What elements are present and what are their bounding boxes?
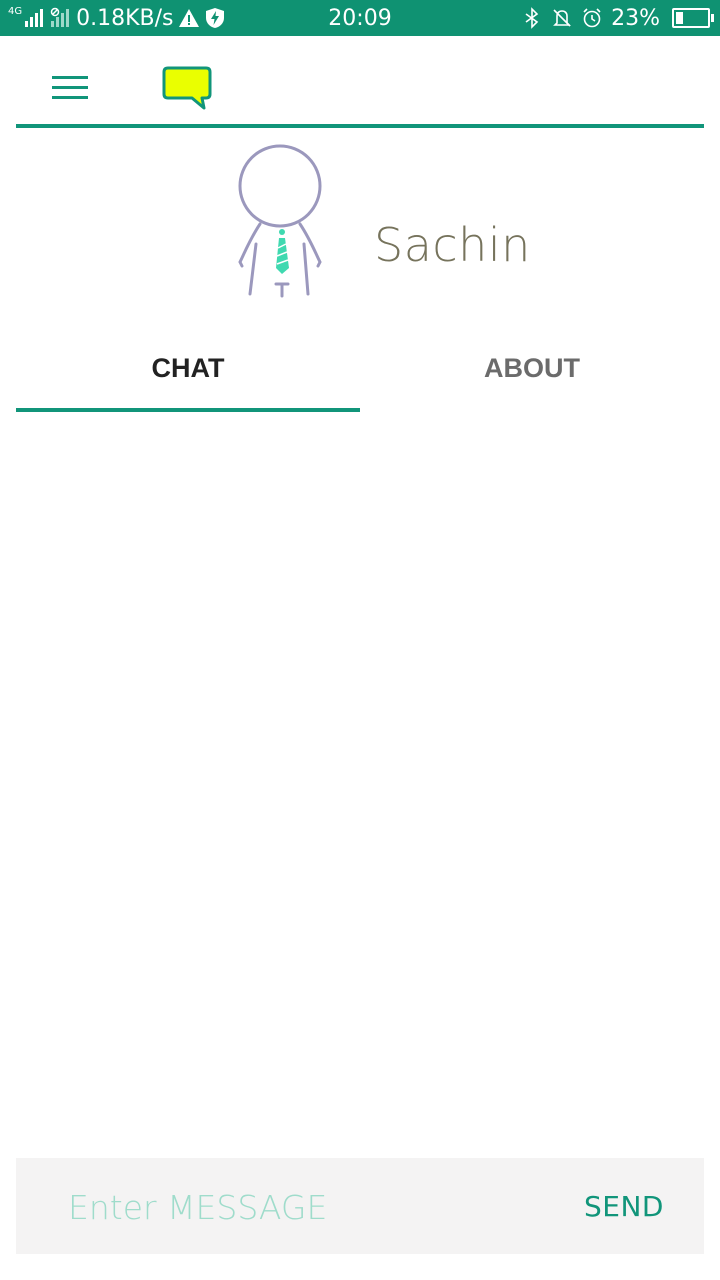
tab-chat[interactable]: CHAT — [16, 336, 360, 400]
signal-icon — [25, 9, 44, 27]
tab-bar: CHAT ABOUT — [16, 336, 704, 414]
chat-bubble-logo-icon — [162, 66, 212, 110]
menu-icon-bar-bottom — [52, 96, 88, 99]
shield-bolt-icon — [205, 8, 224, 28]
status-bar-left: 4G 0.18KB/s — [8, 0, 226, 36]
network-speed-label: 0.18KB/s — [76, 5, 174, 31]
menu-icon-bar-middle — [52, 86, 88, 89]
battery-level-fill — [676, 12, 683, 24]
tab-about[interactable]: ABOUT — [360, 336, 704, 400]
network-type-label: 4G — [8, 5, 23, 17]
menu-button[interactable] — [44, 70, 88, 106]
send-button[interactable]: SEND — [584, 1186, 664, 1226]
active-tab-indicator — [16, 408, 360, 412]
battery-icon — [672, 8, 714, 28]
alarm-icon — [583, 8, 601, 28]
profile-name: Sachin — [374, 218, 531, 272]
no-sim-signal-icon — [50, 7, 70, 27]
avatar-person-icon — [238, 144, 322, 298]
notifications-off-icon — [553, 9, 572, 27]
battery-percent: 23% — [611, 5, 660, 31]
app-bar — [16, 36, 704, 128]
clock: 20:09 — [328, 5, 392, 31]
warning-icon — [178, 9, 199, 27]
chat-message-list[interactable] — [16, 420, 704, 1150]
status-bar-right: 23% — [521, 0, 714, 36]
bluetooth-icon — [525, 7, 539, 29]
message-input[interactable] — [66, 1178, 530, 1236]
message-composer: SEND — [16, 1158, 704, 1254]
status-bar: 4G 0.18KB/s 20:09 23% — [0, 0, 720, 36]
menu-icon-bar-top — [52, 76, 88, 79]
